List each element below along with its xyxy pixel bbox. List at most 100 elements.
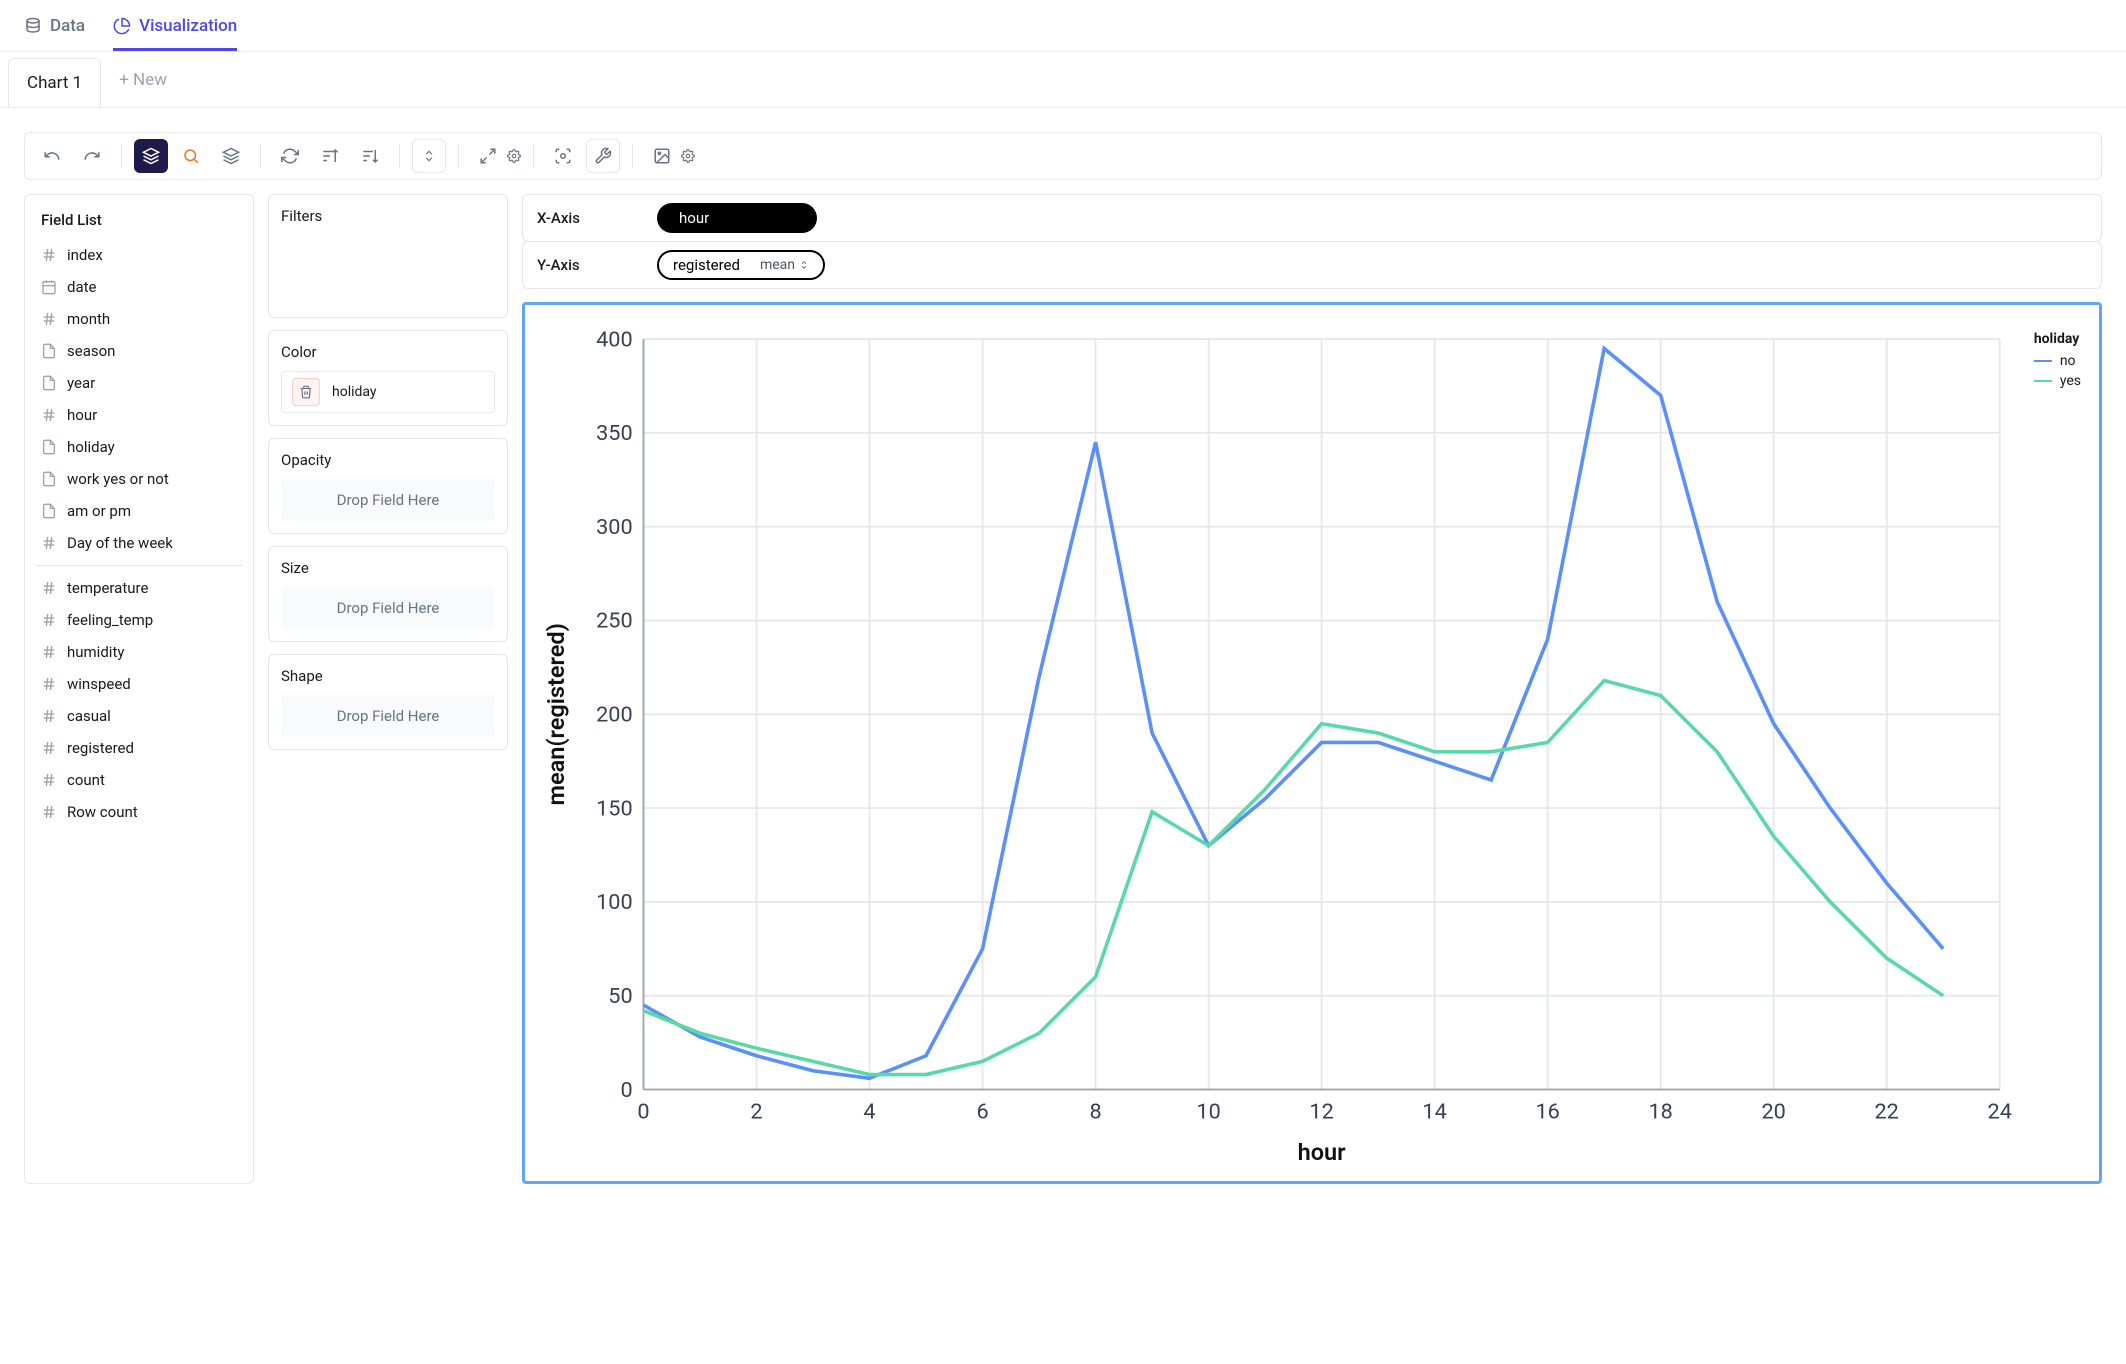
legend-label: no [2060,353,2076,369]
y-axis-label: Y-Axis [537,256,657,274]
field-label: Day of the week [67,534,173,552]
svg-text:2: 2 [750,1099,762,1124]
svg-text:200: 200 [596,703,633,728]
chart-tab-new[interactable]: + New [101,56,185,104]
field-item[interactable]: registered [35,732,243,764]
field-label: Row count [67,803,138,821]
shape-dropzone[interactable]: Drop Field Here [281,695,495,737]
field-item[interactable]: season [35,335,243,367]
color-field-pill[interactable]: holiday [281,371,495,413]
field-item[interactable]: count [35,764,243,796]
field-item[interactable]: index [35,239,243,271]
y-axis-field-pill[interactable]: registered mean [657,250,825,280]
hash-icon [41,612,57,628]
field-list-title: Field List [35,207,243,239]
svg-text:22: 22 [1875,1099,1899,1124]
shape-panel: Shape Drop Field Here [268,654,508,750]
svg-text:24: 24 [1988,1099,2012,1124]
sort-asc-button[interactable] [313,139,347,173]
tab-visualization[interactable]: Visualization [113,12,237,51]
trash-icon[interactable] [292,378,320,406]
toolbar-separator [260,144,261,168]
tab-data-label: Data [50,16,85,36]
field-item[interactable]: date [35,271,243,303]
doc-icon [41,471,57,487]
svg-text:mean(registered): mean(registered) [542,623,570,805]
hash-icon [41,407,57,423]
field-label: winspeed [67,675,131,693]
opacity-dropzone[interactable]: Drop Field Here [281,479,495,521]
toolbar [24,132,2102,180]
legend-swatch [2034,360,2052,362]
field-label: date [67,278,96,296]
toolbar-separator [632,144,633,168]
field-item[interactable]: hour [35,399,243,431]
field-item[interactable]: humidity [35,636,243,668]
tab-data[interactable]: Data [24,12,85,51]
filters-title: Filters [281,207,495,235]
hash-icon [41,311,57,327]
layers-button[interactable] [214,139,248,173]
field-item[interactable]: casual [35,700,243,732]
toolbar-separator [533,144,534,168]
cube-button[interactable] [134,139,168,173]
image-button[interactable] [645,139,679,173]
field-label: season [67,342,115,360]
hash-icon [41,804,57,820]
undo-button[interactable] [35,139,69,173]
field-label: temperature [67,579,148,597]
calendar-icon [41,279,57,295]
opacity-title: Opacity [281,451,495,479]
svg-text:50: 50 [608,984,632,1009]
search-button[interactable] [174,139,208,173]
doc-icon [41,375,57,391]
redo-button[interactable] [75,139,109,173]
field-item[interactable]: am or pm [35,495,243,527]
scan-button[interactable] [546,139,580,173]
x-axis-field-pill[interactable]: hour [657,203,817,233]
axis-toggle-button[interactable] [412,139,446,173]
filters-dropzone[interactable] [281,235,495,305]
refresh-button[interactable] [273,139,307,173]
sort-desc-button[interactable] [353,139,387,173]
top-tabs: Data Visualization [0,0,2126,52]
svg-text:20: 20 [1761,1099,1785,1124]
field-item[interactable]: month [35,303,243,335]
wrench-button[interactable] [586,139,620,173]
hash-icon [41,740,57,756]
size-panel: Size Drop Field Here [268,546,508,642]
color-title: Color [281,343,495,371]
doc-icon [41,343,57,359]
doc-icon [41,439,57,455]
field-item[interactable]: Row count [35,796,243,828]
size-dropzone[interactable]: Drop Field Here [281,587,495,629]
field-item[interactable]: winspeed [35,668,243,700]
y-axis-agg[interactable]: mean [760,257,809,273]
field-label: hour [67,406,97,424]
chart-tab-1[interactable]: Chart 1 [8,58,101,107]
hash-icon [41,772,57,788]
chart-panel: 0501001502002503003504000246810121416182… [522,302,2102,1184]
field-label: registered [67,739,134,757]
field-item[interactable]: holiday [35,431,243,463]
svg-text:10: 10 [1196,1099,1220,1124]
y-axis-row: Y-Axis registered mean [522,241,2102,289]
field-label: count [67,771,105,789]
image-settings-icon[interactable] [681,149,695,163]
expand-settings-icon[interactable] [507,149,521,163]
field-item[interactable]: feeling_temp [35,604,243,636]
encoding-column: Filters Color holiday Opacity Drop Field… [268,194,508,1184]
legend-swatch [2034,380,2052,382]
color-panel: Color holiday [268,330,508,426]
field-item[interactable]: temperature [35,572,243,604]
svg-text:300: 300 [596,515,633,540]
field-label: feeling_temp [67,611,153,629]
svg-text:hour: hour [1298,1138,1347,1166]
svg-text:6: 6 [976,1099,988,1124]
svg-text:100: 100 [596,890,633,915]
field-item[interactable]: Day of the week [35,527,243,559]
expand-button[interactable] [471,139,505,173]
field-item[interactable]: year [35,367,243,399]
hash-icon [41,644,57,660]
field-item[interactable]: work yes or not [35,463,243,495]
